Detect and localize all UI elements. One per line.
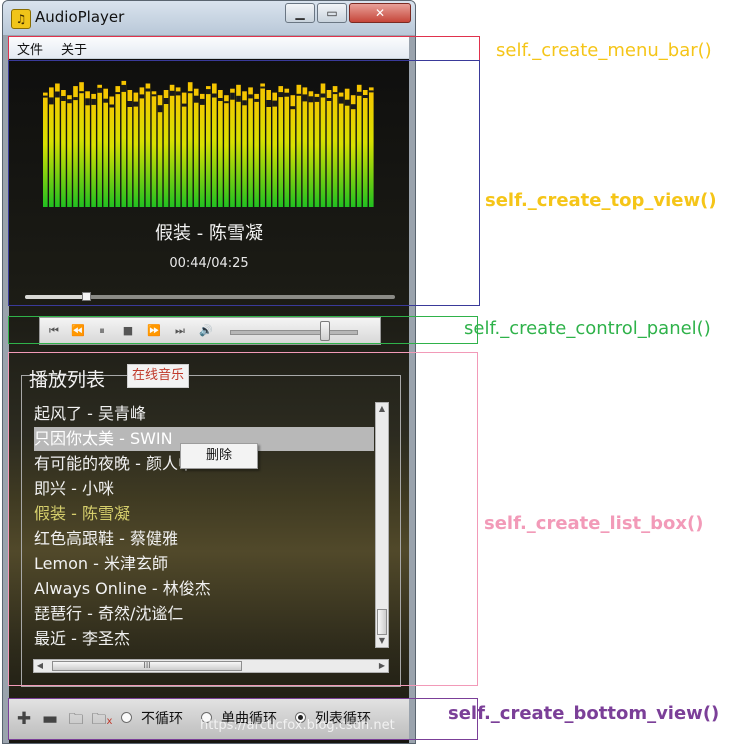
annotation-menu-bar: self._create_menu_bar() <box>496 40 712 61</box>
control-panel-annotation-box <box>8 316 478 344</box>
annotation-bottom-view: self._create_bottom_view() <box>448 703 720 724</box>
annotation-control-panel: self._create_control_panel() <box>464 318 711 339</box>
minimize-button[interactable]: ▁ <box>285 3 315 23</box>
music-note-icon: ♫ <box>11 9 31 29</box>
window-title: AudioPlayer <box>35 8 125 26</box>
title-bar[interactable]: ♫ AudioPlayer ▁ ▭ ✕ <box>3 1 415 35</box>
list-box-annotation-box <box>8 352 478 686</box>
annotation-list-box: self._create_list_box() <box>484 513 704 534</box>
bottom-view-annotation-box <box>8 698 478 740</box>
close-button[interactable]: ✕ <box>349 3 411 23</box>
top-view-annotation-box <box>8 60 480 306</box>
menu-bar-annotation-box <box>8 36 480 61</box>
maximize-button[interactable]: ▭ <box>317 3 347 23</box>
annotation-top-view: self._create_top_view() <box>485 190 717 211</box>
